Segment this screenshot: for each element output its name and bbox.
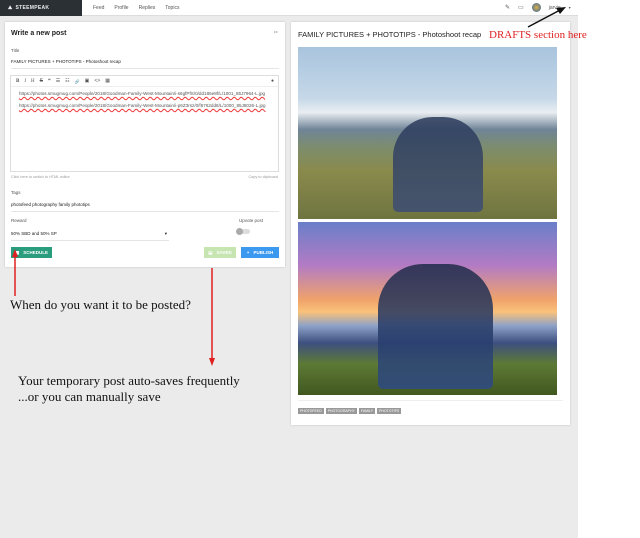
drafts-annotation: DRAFTS section here	[489, 29, 587, 41]
autosave-annotation: Your temporary post auto-saves frequentl…	[18, 373, 240, 388]
annotation-arrows	[12, 7, 566, 366]
schedule-annotation: When do you want it to be posted?	[10, 297, 191, 312]
manual-save-annotation: ...or you can manually save	[18, 389, 161, 404]
